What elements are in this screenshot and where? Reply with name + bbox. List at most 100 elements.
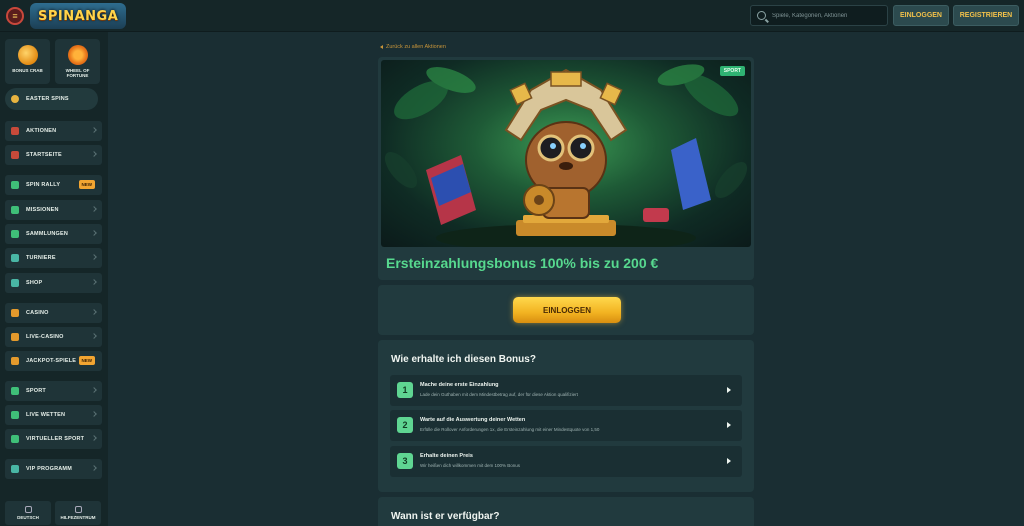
step-title: Erhalte deinen Preis <box>420 453 473 459</box>
search-box[interactable] <box>750 5 888 26</box>
sport-icon <box>11 387 19 395</box>
availability-heading: Wann ist er verfügbar? <box>391 511 500 522</box>
trophy-icon <box>11 254 19 262</box>
sidebar-item-label: JACKPOT-SPIELE <box>26 358 77 364</box>
shop-icon <box>11 279 19 287</box>
sidebar-item-label: LIVE-CASINO <box>26 334 64 340</box>
sidebar-item-label: TURNIERE <box>26 255 56 261</box>
chevron-right-icon <box>91 387 97 393</box>
step-item[interactable]: 3 Erhalte deinen Preis Wir heißen dich w… <box>390 446 742 477</box>
sidebar-item-label: VIRTUELLER SPORT <box>26 436 85 442</box>
sidebar-item-label: MISSIONEN <box>26 207 59 213</box>
promo-banner-image: SPORT <box>381 60 751 247</box>
sidebar-item-label: SAMMLUNGEN <box>26 231 69 237</box>
new-badge: NEW <box>78 180 95 189</box>
mission-icon <box>11 206 19 214</box>
step-item[interactable]: 2 Warte auf die Auswertung deiner Wetten… <box>390 410 742 441</box>
search-input[interactable] <box>772 12 882 19</box>
sidebar-item-aktionen[interactable]: AKTIONEN <box>5 121 102 141</box>
chevron-right-icon <box>91 279 97 285</box>
header-login-button[interactable]: EINLOGGEN <box>893 5 949 26</box>
sidebar-item-sport[interactable]: SPORT <box>5 381 102 401</box>
chevron-right-icon <box>727 422 731 428</box>
sidebar-item-label: SPORT <box>26 388 46 394</box>
sidebar-item-label: LIVE WETTEN <box>26 412 66 418</box>
casino-icon <box>11 309 19 317</box>
sidebar-item-label: AKTIONEN <box>26 128 57 134</box>
language-button[interactable]: DEUTSCH <box>5 501 51 525</box>
language-icon <box>24 506 32 513</box>
live-bets-icon <box>11 411 19 419</box>
availability-card: Wann ist er verfügbar? <box>378 497 754 526</box>
top-bar: ≡ SPINANGA EINLOGGEN REGISTRIEREN <box>0 0 1024 32</box>
sidebar-item-sammlungen[interactable]: SAMMLUNGEN <box>5 224 102 244</box>
step-description: Erfülle die Rollover Anforderungen 1x, d… <box>420 427 600 432</box>
gift-icon <box>11 127 19 135</box>
sidebar-item-casino[interactable]: CASINO <box>5 303 102 323</box>
sidebar-item-shop[interactable]: SHOP <box>5 273 102 293</box>
bonus-crab-tile[interactable]: BONUS CRAB <box>5 39 50 84</box>
help-icon <box>74 506 82 513</box>
search-icon <box>757 11 766 20</box>
step-title: Mache deine erste Einzahlung <box>420 382 499 388</box>
chevron-right-icon <box>91 435 97 441</box>
help-label: HILFEZENTRUM <box>60 515 96 520</box>
crab-icon <box>17 45 38 65</box>
sidebar-item-label: EASTER SPINS <box>26 96 69 102</box>
sidebar-item-turniere[interactable]: TURNIERE <box>5 248 102 268</box>
collection-icon <box>11 230 19 238</box>
back-to-promotions-link[interactable]: Zurück zu allen Aktionen <box>380 44 446 50</box>
sidebar-item-spin-rally[interactable]: SPIN RALLY NEW <box>5 175 102 195</box>
chevron-right-icon <box>91 151 97 157</box>
sidebar-item-easter-spins[interactable]: EASTER SPINS <box>5 88 98 110</box>
promo-illustration <box>384 64 748 247</box>
step-title: Warte auf die Auswertung deiner Wetten <box>420 417 526 423</box>
step-description: Wir heißen dich willkommen mit dem 100% … <box>420 463 521 468</box>
chevron-right-icon <box>91 309 97 315</box>
chevron-right-icon <box>91 127 97 133</box>
header-register-button[interactable]: REGISTRIEREN <box>953 5 1019 26</box>
sidebar-item-label: SPIN RALLY <box>26 182 61 188</box>
sidebar-item-startseite[interactable]: STARTSEITE <box>5 145 102 165</box>
sidebar-item-live-casino[interactable]: LIVE-CASINO <box>5 327 102 347</box>
sidebar-item-virtueller-sport[interactable]: VIRTUELLER SPORT <box>5 429 102 449</box>
login-card: EINLOGGEN <box>378 285 754 335</box>
virtual-sport-icon <box>11 435 19 443</box>
sidebar-item-label: STARTSEITE <box>26 152 62 158</box>
wheel-icon <box>67 45 88 65</box>
sidebar-item-live-wetten[interactable]: LIVE WETTEN <box>5 405 102 425</box>
vip-icon <box>11 465 19 473</box>
sidebar-item-label: CASINO <box>26 310 49 316</box>
help-center-button[interactable]: HILFEZENTRUM <box>55 501 101 525</box>
arrow-left-icon <box>380 45 383 49</box>
step-number: 2 <box>397 417 413 433</box>
new-badge: NEW <box>78 356 95 365</box>
step-number: 1 <box>397 382 413 398</box>
chevron-right-icon <box>727 458 731 464</box>
chevron-right-icon <box>91 411 97 417</box>
sidebar-item-label: VIP PROGRAMM <box>26 466 72 472</box>
sidebar-item-label: SHOP <box>26 280 43 286</box>
rally-icon <box>11 181 19 189</box>
step-item[interactable]: 1 Mache deine erste Einzahlung Lade dein… <box>390 375 742 406</box>
sidebar: BONUS CRAB WHEEL OF FORTUNE EASTER SPINS… <box>0 32 108 526</box>
logo-text: SPINANGA <box>38 8 119 24</box>
promo-title: Ersteinzahlungsbonus 100% bis zu 200 € <box>386 255 659 271</box>
chevron-right-icon <box>91 230 97 236</box>
site-logo[interactable]: SPINANGA <box>30 3 127 29</box>
sidebar-item-jackpot-spiele[interactable]: JACKPOT-SPIELE NEW <box>5 351 102 371</box>
login-cta-button[interactable]: EINLOGGEN <box>513 297 621 323</box>
promo-card: SPORT Ersteinzahlungsbonus 100% bis zu 2… <box>378 57 754 280</box>
sidebar-item-missionen[interactable]: MISSIONEN <box>5 200 102 220</box>
step-description: Lade dein Guthaben mit dem Mindestbetrag… <box>420 392 578 397</box>
back-link-label: Zurück zu allen Aktionen <box>386 44 446 50</box>
menu-icon[interactable]: ≡ <box>6 7 24 25</box>
quick-label: WHEEL OF FORTUNE <box>65 68 90 78</box>
steps-heading: Wie erhalte ich diesen Bonus? <box>391 354 536 365</box>
sport-tag: SPORT <box>719 66 745 76</box>
chevron-right-icon <box>91 254 97 260</box>
egg-icon <box>11 95 19 103</box>
language-label: DEUTSCH <box>17 515 39 520</box>
wheel-of-fortune-tile[interactable]: WHEEL OF FORTUNE <box>55 39 100 84</box>
sidebar-item-vip-programm[interactable]: VIP PROGRAMM <box>5 459 102 479</box>
